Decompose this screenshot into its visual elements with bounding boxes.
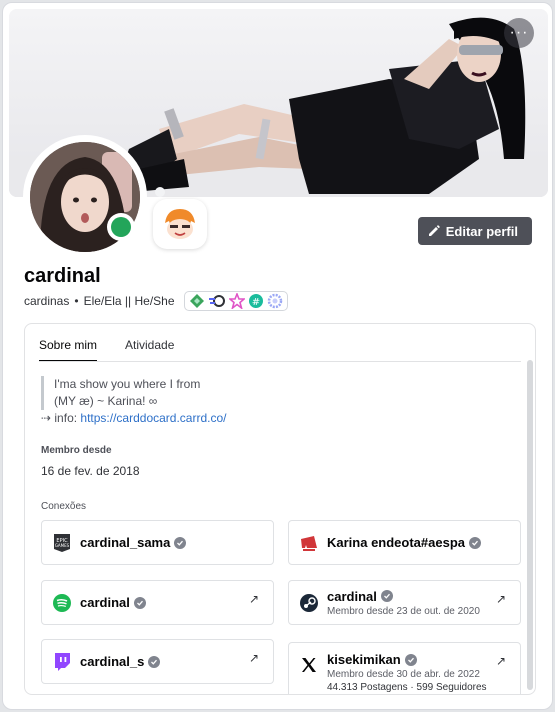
active-developer-badge-icon[interactable]: [208, 293, 226, 309]
separator: •: [74, 294, 79, 308]
tab-about-me[interactable]: Sobre mim: [39, 338, 98, 362]
connection-name: cardinal_sama: [80, 535, 171, 550]
verified-check-icon: [404, 653, 417, 666]
pronouns: Ele/Ela || He/She: [83, 294, 175, 308]
external-link-icon[interactable]: ↗: [496, 654, 506, 668]
connection-name: cardinal: [327, 588, 377, 604]
edit-profile-button[interactable]: Editar perfil: [417, 217, 532, 245]
connection-x[interactable]: kisekimikan Membro desde 30 de abr. de 2…: [288, 642, 521, 694]
bio-quote: I'ma show you where I from (MY æ) ~ Kari…: [41, 376, 226, 410]
external-link-icon[interactable]: ↗: [496, 592, 506, 606]
pencil-icon: [428, 225, 440, 236]
external-link-icon[interactable]: ↗: [249, 592, 259, 606]
connection-name: cardinal_s: [80, 654, 145, 669]
connections-label: Conexões: [41, 501, 87, 512]
svg-text:#: #: [251, 297, 259, 308]
connection-member-since: Membro desde 23 de out. de 2020: [327, 605, 480, 617]
hypesquad-badge-icon[interactable]: [189, 293, 205, 309]
bio-info-prefix: ⇢ info:: [41, 411, 81, 425]
spotify-icon: [52, 593, 72, 613]
epic-games-icon: EPIC GAMES: [52, 533, 72, 553]
riot-games-icon: [299, 533, 319, 553]
thought-dot: [155, 187, 165, 197]
verified-check-icon: [380, 590, 393, 602]
badge-list: #: [183, 291, 288, 311]
scrollbar-thumb[interactable]: [527, 360, 533, 690]
svg-text:GAMES: GAMES: [55, 543, 70, 548]
edit-profile-label: Editar perfil: [445, 223, 518, 239]
bio-line-1: I'ma show you where I from: [54, 377, 201, 391]
tab-divider: [39, 361, 521, 362]
more-options-button[interactable]: ···: [504, 18, 534, 48]
profile-info-panel: Sobre mim Atividade I'ma show you where …: [24, 323, 536, 695]
connection-name: Karina endeota#aespa: [327, 535, 466, 550]
connection-name: cardinal: [80, 595, 130, 610]
profile-subline: cardinas • Ele/Ela || He/She #: [24, 291, 288, 311]
online-status-indicator: [107, 213, 135, 241]
boost-gem-badge-icon[interactable]: [267, 293, 283, 309]
display-name: cardinal: [24, 265, 101, 287]
connection-steam[interactable]: cardinal Membro desde 23 de out. de 2020…: [288, 580, 521, 625]
external-link-icon[interactable]: ↗: [249, 651, 259, 665]
profile-tabs: Sobre mim Atividade: [39, 338, 174, 362]
connection-member-since: Membro desde 30 de abr. de 2022: [327, 669, 480, 680]
connection-stats: 44.313 Postagens · 599 Seguidores: [327, 682, 487, 693]
steam-icon: [299, 593, 319, 613]
profile-card: ··· Editar perfil cardinal cardinas • El…: [2, 2, 553, 710]
connection-name: kisekimikan: [327, 652, 401, 667]
more-options-icon: ···: [509, 24, 529, 41]
avatar-decoration[interactable]: [153, 199, 207, 249]
connection-epic-games[interactable]: EPIC GAMES cardinal_sama: [41, 520, 274, 565]
connection-spotify[interactable]: cardinal ↗: [41, 580, 274, 625]
x-icon: [299, 655, 319, 675]
tab-activity[interactable]: Atividade: [125, 338, 174, 362]
bio-line-2: (MY æ) ~ Karina! ∞: [54, 394, 158, 408]
connection-riot-games[interactable]: Karina endeota#aespa: [288, 520, 521, 565]
verified-check-icon: [469, 536, 482, 549]
bio-info-line: ⇢ info: https://carddocard.carrd.co/: [41, 410, 226, 427]
bio-link[interactable]: https://carddocard.carrd.co/: [80, 411, 226, 425]
avatar[interactable]: [23, 135, 147, 259]
hashtag-badge-icon[interactable]: #: [248, 293, 264, 309]
about-me-bio: I'ma show you where I from (MY æ) ~ Kari…: [41, 376, 226, 427]
verified-check-icon: [148, 655, 161, 668]
member-since-date: 16 de fev. de 2018: [41, 464, 140, 478]
connection-twitch[interactable]: cardinal_s ↗: [41, 639, 274, 684]
member-since-label: Membro desde: [41, 445, 112, 456]
nitro-star-badge-icon[interactable]: [228, 293, 245, 309]
verified-check-icon: [133, 596, 146, 609]
twitch-icon: [52, 652, 72, 672]
username[interactable]: cardinas: [24, 294, 69, 308]
verified-check-icon: [174, 536, 187, 549]
